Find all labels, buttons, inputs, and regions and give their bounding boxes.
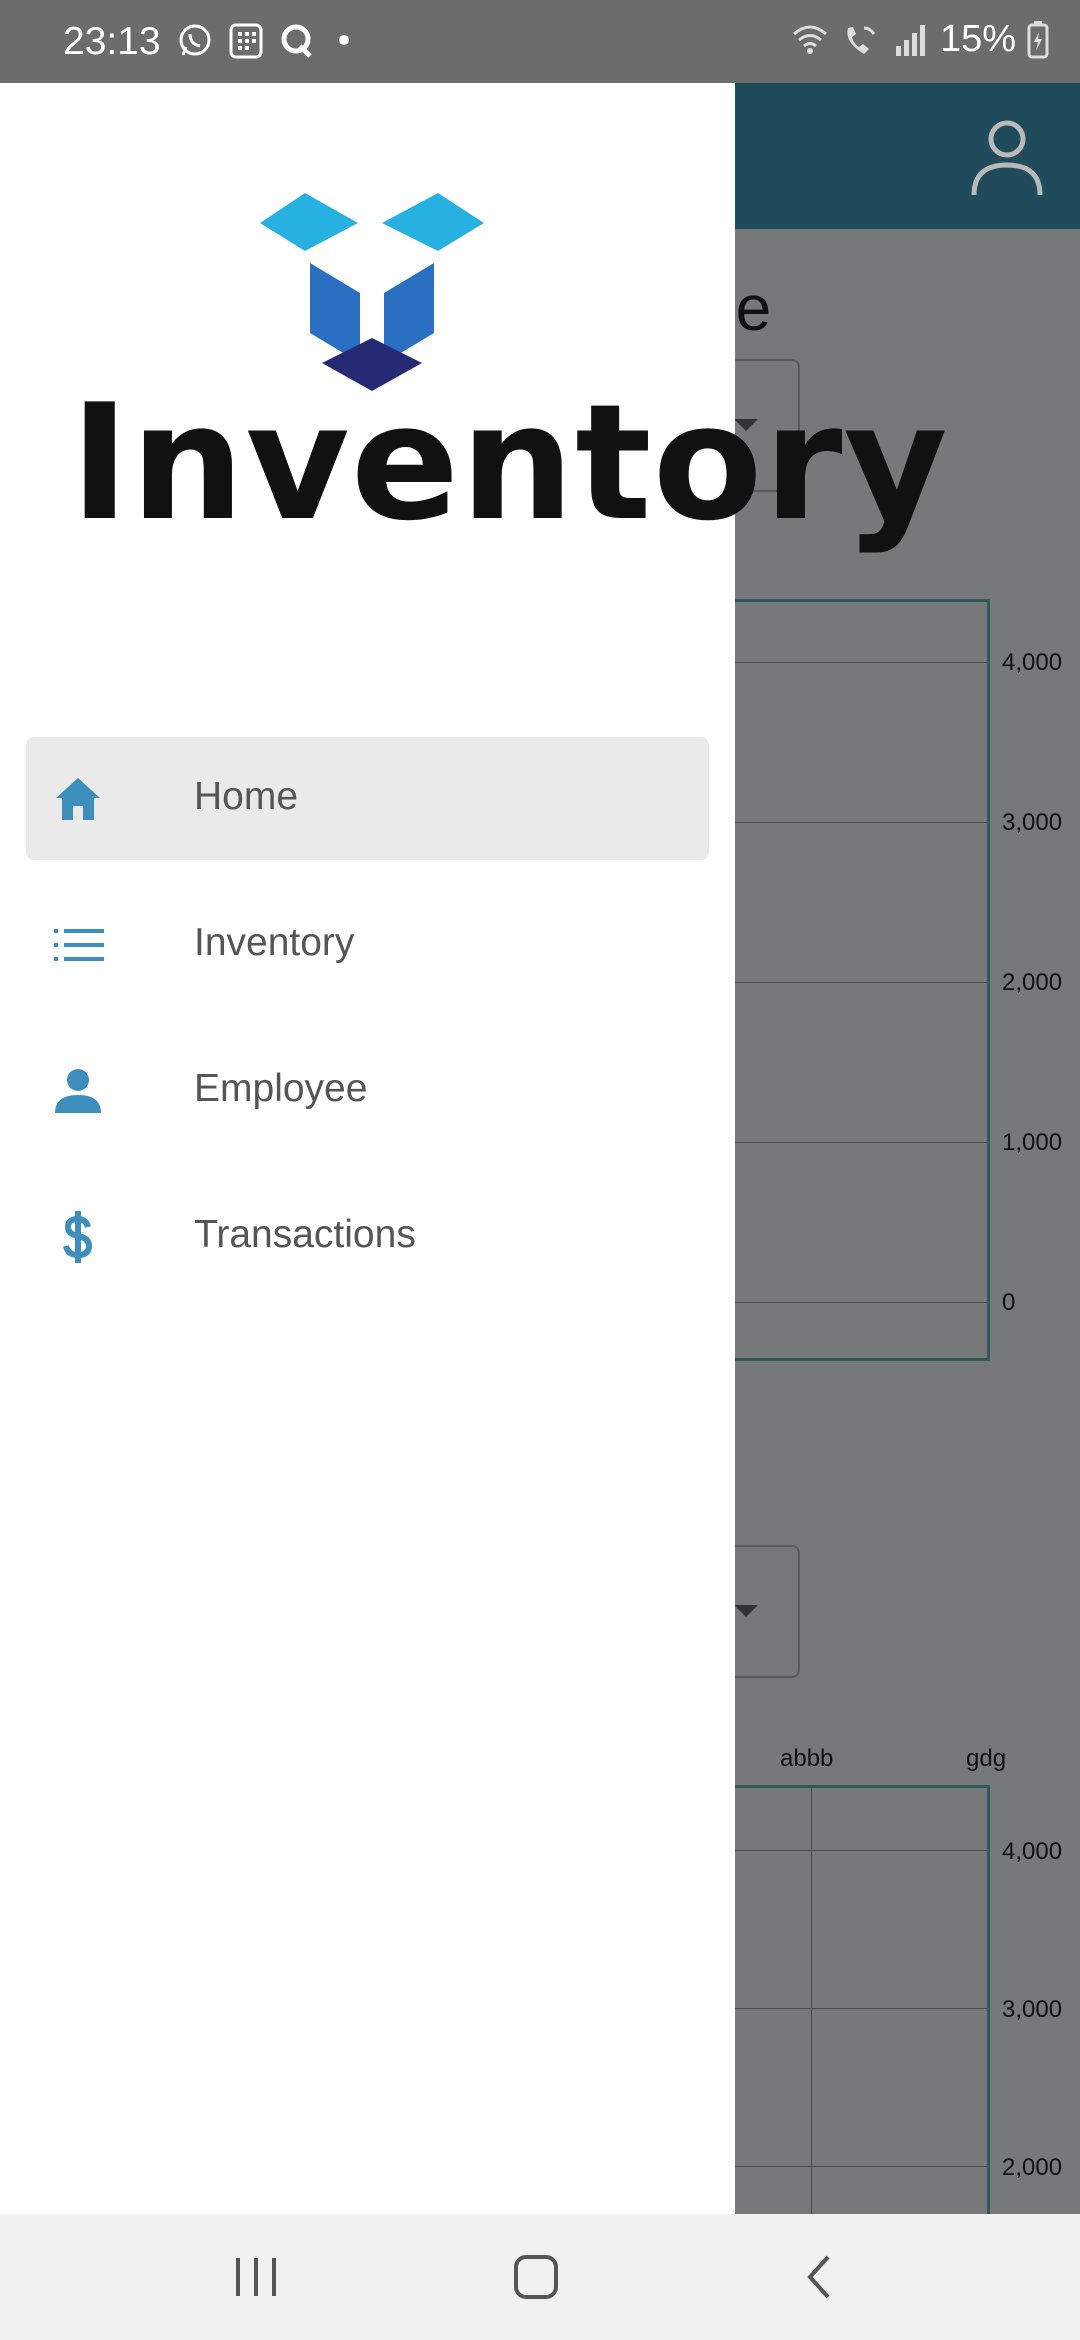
drawer-item-label: Home — [194, 775, 299, 818]
dollar-icon — [63, 1211, 93, 1263]
chart2-category: abbb — [780, 1745, 834, 1772]
whatsapp-icon — [179, 24, 211, 56]
recents-button[interactable] — [226, 2252, 286, 2302]
drawer-item-inventory[interactable]: Inventory — [26, 883, 709, 1006]
chart2-category: gdg — [966, 1745, 1007, 1772]
chart1-tick: 0 — [1002, 1289, 1016, 1316]
signal-icon — [895, 24, 925, 56]
drawer-item-label: Inventory — [194, 921, 355, 964]
status-right: 15% — [790, 18, 1050, 61]
navigation-drawer: Inventory Home Inventory Employee Transa… — [0, 83, 948, 2214]
drawer-item-employee[interactable]: Employee — [26, 1029, 709, 1152]
home-button[interactable] — [506, 2252, 566, 2302]
wifi-icon — [792, 25, 827, 54]
chart1-tick: 3,000 — [1002, 809, 1063, 836]
chart2-tick: 2,000 — [1002, 2154, 1063, 2181]
wifi-call-icon — [847, 26, 876, 54]
chart1-tick: 2,000 — [1002, 969, 1063, 996]
status-time: 23:13 — [63, 20, 161, 63]
back-button[interactable] — [790, 2252, 850, 2302]
battery-charging-icon — [1027, 20, 1049, 58]
inventory-logo-icon — [260, 193, 484, 391]
dropdown-caret-icon — [734, 1605, 758, 1617]
drawer-item-transactions[interactable]: Transactions — [26, 1175, 709, 1298]
drawer-item-home[interactable]: Home — [26, 737, 709, 860]
drawer-item-label: Transactions — [194, 1213, 416, 1256]
logo-text: Inventory — [70, 369, 949, 556]
home-icon — [56, 778, 100, 820]
chart1-tick: 4,000 — [1002, 649, 1063, 676]
chart2-tick: 3,000 — [1002, 1996, 1063, 2023]
system-nav-bar — [0, 2214, 1080, 2340]
q-app-icon — [281, 24, 312, 58]
person-icon — [55, 1069, 101, 1113]
battery-percent: 15% — [939, 18, 1016, 60]
app-logo: Inventory — [60, 193, 948, 553]
drawer-item-label: Employee — [194, 1067, 368, 1110]
status-bar: 23:13 15% — [0, 0, 1080, 83]
chart1-tick: 1,000 — [1002, 1129, 1063, 1156]
chart2-tick: 4,000 — [1002, 1838, 1063, 1865]
dot-icon — [339, 35, 349, 45]
list-icon — [54, 929, 104, 961]
profile-icon[interactable] — [970, 119, 1044, 199]
gridline — [811, 1788, 812, 2214]
calculator-icon — [229, 23, 263, 59]
